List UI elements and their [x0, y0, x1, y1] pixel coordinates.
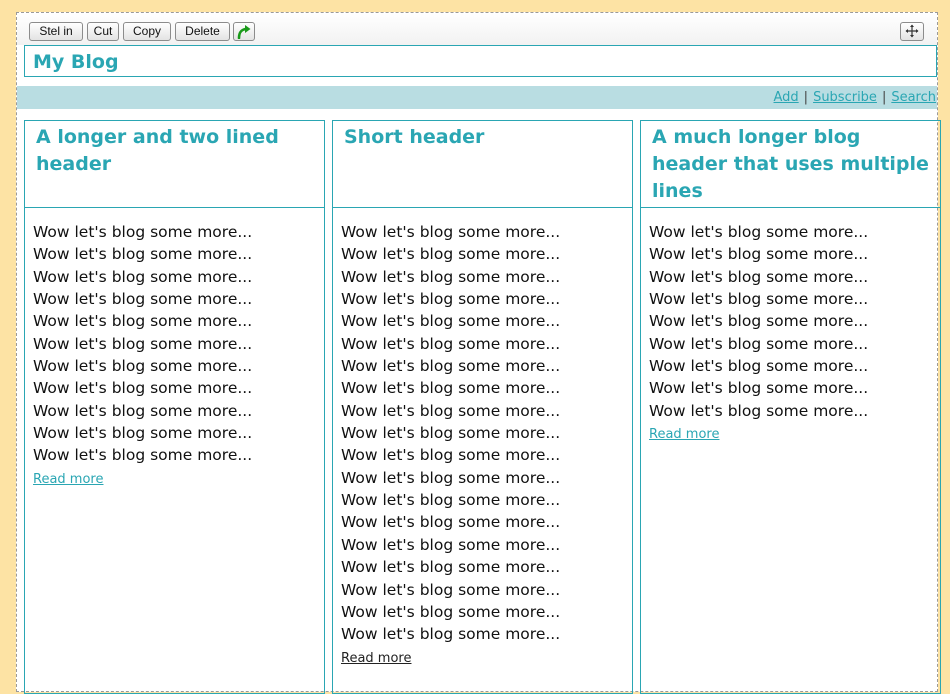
add-link[interactable]: Add — [774, 90, 799, 105]
post-text-line: Wow let's blog some more... — [649, 357, 869, 376]
post-text-line: Wow let's blog some more... — [341, 334, 561, 353]
post-text-line: Wow let's blog some more... — [341, 580, 561, 599]
post-text-line: Wow let's blog some more... — [33, 312, 253, 331]
blog-post-card: A much longer blog header that uses mult… — [640, 120, 941, 694]
blog-nav-bar: Add | Subscribe | Search — [17, 86, 937, 109]
move-arrows-icon — [905, 24, 919, 38]
post-text-line: Wow let's blog some more... — [649, 312, 869, 331]
post-header: A much longer blog header that uses mult… — [641, 121, 940, 208]
post-text-line: Wow let's blog some more... — [341, 290, 561, 309]
post-text-line: Wow let's blog some more... — [33, 446, 253, 465]
post-body: Wow let's blog some more... Wow let's blo… — [33, 221, 320, 488]
blog-post-card: A longer and two lined header Wow let's … — [24, 120, 325, 694]
post-title: A longer and two lined header — [36, 126, 279, 175]
blog-editor-frame: Stel in Cut Copy Delete My Blog Add | Subs… — [16, 12, 941, 694]
delete-button[interactable]: Delete — [175, 22, 230, 41]
post-text-line: Wow let's blog some more... — [649, 401, 869, 420]
blog-title: My Blog — [33, 51, 119, 73]
post-text-line: Wow let's blog some more... — [341, 602, 561, 621]
subscribe-link[interactable]: Subscribe — [813, 90, 877, 105]
post-text-line: Wow let's blog some more... — [33, 245, 253, 264]
post-text-line: Wow let's blog some more... — [33, 424, 253, 443]
post-header: A longer and two lined header — [25, 121, 324, 208]
post-text-line: Wow let's blog some more... — [341, 401, 561, 420]
post-text-line: Wow let's blog some more... — [341, 379, 561, 398]
nav-links: Add | Subscribe | Search — [774, 90, 937, 106]
post-text-line: Wow let's blog some more... — [341, 357, 561, 376]
post-text-line: Wow let's blog some more... — [33, 334, 253, 353]
post-text: Wow let's blog some more... Wow let's blo… — [341, 221, 628, 646]
blog-post-card: Short header Wow let's blog some more...… — [332, 120, 633, 694]
post-text-line: Wow let's blog some more... — [341, 312, 561, 331]
post-title: A much longer blog header that uses mult… — [652, 126, 929, 202]
redo-button[interactable] — [233, 22, 255, 41]
post-text-line: Wow let's blog some more... — [341, 625, 561, 644]
post-text-line: Wow let's blog some more... — [33, 223, 253, 241]
green-curved-arrow-icon — [237, 25, 251, 39]
copy-button[interactable]: Copy — [123, 22, 171, 41]
read-more-link[interactable]: Read more — [649, 427, 719, 443]
cut-button[interactable]: Cut — [87, 22, 119, 41]
nav-separator: | — [881, 90, 887, 105]
post-text-line: Wow let's blog some more... — [341, 535, 561, 554]
search-link[interactable]: Search — [891, 90, 936, 105]
post-text-line: Wow let's blog some more... — [649, 223, 869, 241]
post-text-line: Wow let's blog some more... — [33, 357, 253, 376]
post-text-line: Wow let's blog some more... — [341, 558, 561, 577]
post-text-line: Wow let's blog some more... — [341, 223, 561, 241]
post-text-line: Wow let's blog some more... — [649, 290, 869, 309]
post-text-line: Wow let's blog some more... — [341, 491, 561, 510]
editor-toolbar: Stel in Cut Copy Delete — [17, 13, 937, 45]
post-text-line: Wow let's blog some more... — [33, 401, 253, 420]
post-text-line: Wow let's blog some more... — [341, 446, 561, 465]
post-body: Wow let's blog some more... Wow let's blo… — [649, 221, 936, 443]
post-text: Wow let's blog some more... Wow let's blo… — [649, 221, 936, 422]
post-body: Wow let's blog some more... Wow let's blo… — [341, 221, 628, 667]
read-more-link[interactable]: Read more — [33, 472, 103, 488]
nav-separator: | — [803, 90, 809, 105]
post-text-line: Wow let's blog some more... — [33, 290, 253, 309]
post-text-line: Wow let's blog some more... — [649, 334, 869, 353]
post-text-line: Wow let's blog some more... — [341, 513, 561, 532]
post-title: Short header — [344, 126, 485, 148]
post-text-line: Wow let's blog some more... — [341, 245, 561, 264]
post-text-line: Wow let's blog some more... — [649, 245, 869, 264]
read-more-link[interactable]: Read more — [341, 651, 411, 667]
stel-in-button[interactable]: Stel in — [29, 22, 83, 41]
move-handle-button[interactable] — [900, 22, 924, 41]
post-text: Wow let's blog some more... Wow let's blo… — [33, 221, 320, 467]
post-text-line: Wow let's blog some more... — [649, 267, 869, 286]
post-text-line: Wow let's blog some more... — [649, 379, 869, 398]
post-text-line: Wow let's blog some more... — [341, 468, 561, 487]
post-text-line: Wow let's blog some more... — [33, 379, 253, 398]
post-text-line: Wow let's blog some more... — [341, 267, 561, 286]
post-header: Short header — [333, 121, 632, 208]
post-text-line: Wow let's blog some more... — [33, 267, 253, 286]
post-text-line: Wow let's blog some more... — [341, 424, 561, 443]
blog-title-box: My Blog — [24, 45, 937, 77]
